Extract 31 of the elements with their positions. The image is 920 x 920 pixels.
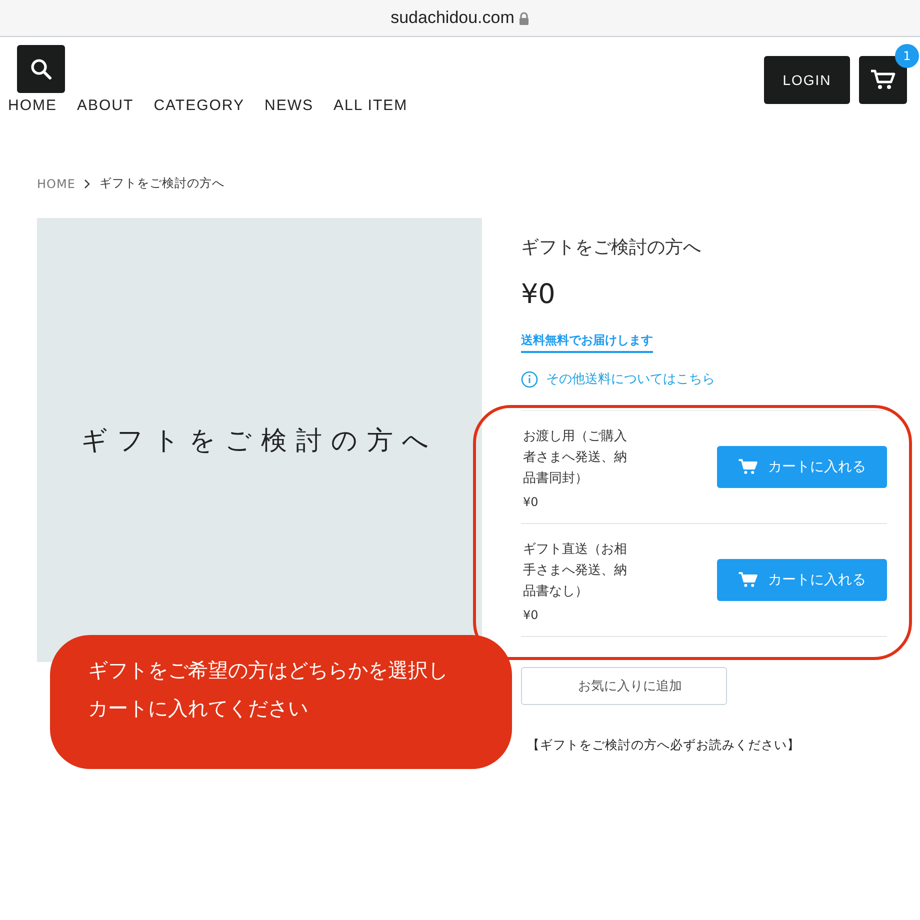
shipping-note: 送料無料でお届けします [521,332,653,353]
option-name: ギフト直送（お相手さまへ発送、納品書なし） [523,540,628,600]
chevron-icon [83,178,92,188]
image-caption: ギフトをご検討の方へ [81,424,438,458]
option-name: お渡し用（ご購入者さまへ発送、納品書同封） [523,428,628,488]
breadcrumb-link[interactable]: HOME [37,176,76,190]
notice-text: 【ギフトをご検討の方へ必ずお読みください】 [527,737,801,754]
nav-link[interactable]: ABOUT [77,97,134,114]
option-price: ¥0 [523,494,540,508]
cart-icon [870,69,896,91]
breadcrumb-link[interactable]: ギフトをご検討の方へ [99,175,224,192]
address-bar[interactable]: sudachidou.com [0,0,920,37]
annotation-text: ギフトをご希望の方はどちらかを選択し [88,657,449,683]
nav-link[interactable]: ALL ITEM [333,97,408,114]
product-title: ギフトをご検討の方へ [521,236,702,259]
lock-icon [519,12,530,24]
option-price: ¥0 [523,608,540,622]
nav-link[interactable]: HOME [8,97,57,114]
info-icon [521,370,538,388]
search-icon [30,58,52,80]
favorite-button[interactable]: お気に入りに追加 [521,667,727,705]
cart-icon [738,571,758,589]
cart-count-badge: 1 [895,44,919,68]
annotation-text: カートに入れてください [88,695,309,721]
url-text: sudachidou.com [390,8,514,28]
nav-link[interactable]: NEWS [264,97,314,114]
nav-link[interactable]: CATEGORY [154,97,244,114]
product-price: ¥0 [521,279,556,310]
login-button[interactable]: LOGIN [764,56,850,104]
search-button[interactable] [17,45,65,93]
cart-icon [738,458,758,476]
